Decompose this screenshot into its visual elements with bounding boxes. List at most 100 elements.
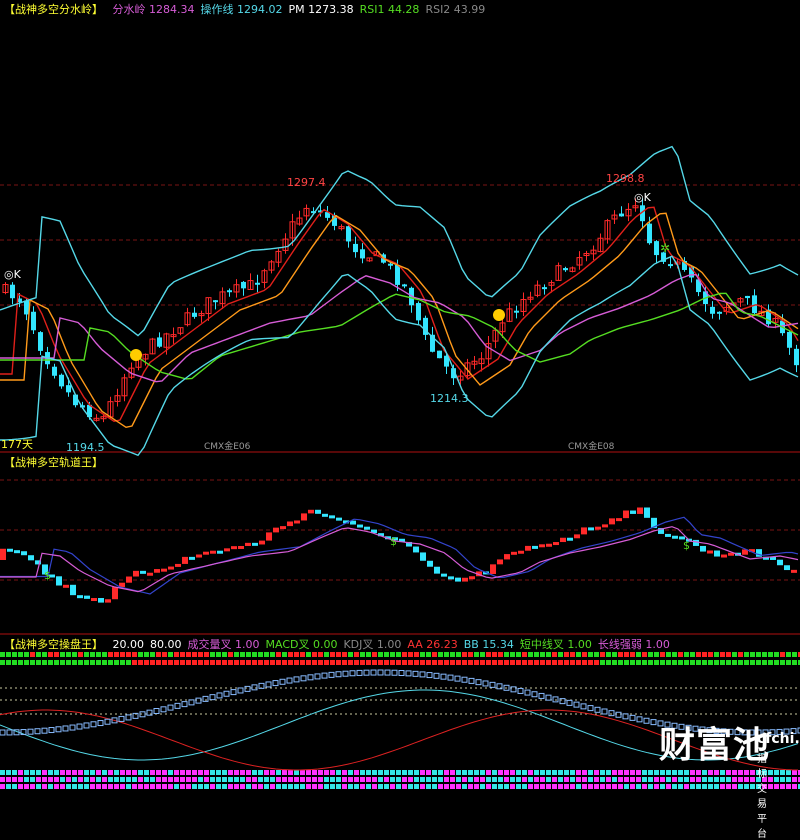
signal-bar bbox=[654, 660, 659, 665]
signal-bar bbox=[90, 652, 95, 657]
signal-bar bbox=[252, 652, 257, 657]
signal-bar bbox=[426, 652, 431, 657]
panel3-indicator-7: 短中线叉 1.00 bbox=[519, 638, 592, 651]
signal-bar bbox=[126, 660, 131, 665]
strength-block bbox=[732, 777, 737, 782]
orbit-candle bbox=[196, 554, 202, 558]
strength-block bbox=[126, 784, 131, 789]
signal-bar bbox=[522, 652, 527, 657]
osc-square-blue bbox=[104, 718, 111, 725]
signal-bar bbox=[252, 660, 257, 665]
strength-block bbox=[414, 770, 419, 775]
signal-bar bbox=[96, 652, 101, 657]
orbit-candle bbox=[413, 546, 419, 553]
signal-bar bbox=[72, 652, 77, 657]
orbit-candle bbox=[273, 527, 279, 533]
strength-block bbox=[468, 777, 473, 782]
osc-square-blue bbox=[489, 681, 496, 688]
strength-block bbox=[84, 784, 89, 789]
orbit-candle bbox=[259, 540, 265, 545]
signal-bar bbox=[690, 652, 695, 657]
strength-block bbox=[84, 770, 89, 775]
osc-square-blue bbox=[398, 670, 405, 677]
orbit-candle bbox=[721, 554, 727, 558]
strength-block bbox=[540, 770, 545, 775]
strength-block bbox=[630, 770, 635, 775]
orbit-candle bbox=[63, 584, 69, 588]
osc-square-blue bbox=[342, 670, 349, 677]
strength-block bbox=[594, 770, 599, 775]
osc-square-blue bbox=[83, 722, 90, 729]
strength-block bbox=[252, 777, 257, 782]
signal-bar bbox=[138, 660, 143, 665]
strength-block bbox=[612, 777, 617, 782]
osc-square-blue bbox=[608, 710, 615, 717]
signal-bar bbox=[336, 652, 341, 657]
signal-bar bbox=[666, 652, 671, 657]
strength-block bbox=[486, 770, 491, 775]
strength-block bbox=[726, 770, 731, 775]
signal-bar bbox=[660, 660, 665, 665]
panel1-indicator-values: 分水岭 1284.34 操作线 1294.02 PM 1273.38 RSI1 44.… bbox=[113, 3, 492, 16]
chart-canvas[interactable]: ✲ bbox=[0, 0, 800, 794]
orbit-candle bbox=[224, 548, 230, 552]
orbit-candle bbox=[602, 524, 608, 528]
strength-block bbox=[336, 770, 341, 775]
strength-block bbox=[492, 784, 497, 789]
orbit-candle bbox=[427, 560, 433, 567]
signal-bar bbox=[606, 660, 611, 665]
strength-block bbox=[558, 784, 563, 789]
orbit-candle bbox=[595, 526, 601, 530]
strength-block bbox=[144, 777, 149, 782]
strength-block bbox=[402, 770, 407, 775]
strength-block bbox=[348, 777, 353, 782]
strength-block bbox=[54, 777, 59, 782]
strength-block bbox=[726, 784, 731, 789]
strength-block bbox=[552, 777, 557, 782]
k-marker-right: ◎K bbox=[634, 191, 651, 204]
signal-bar bbox=[414, 660, 419, 665]
orbit-candle bbox=[707, 550, 713, 554]
strength-block bbox=[198, 777, 203, 782]
strength-block bbox=[342, 770, 347, 775]
strength-block bbox=[354, 784, 359, 789]
strength-block bbox=[420, 784, 425, 789]
strength-block bbox=[420, 770, 425, 775]
strength-block bbox=[606, 777, 611, 782]
osc-square-blue bbox=[328, 671, 335, 678]
ma-line-green bbox=[0, 292, 799, 380]
orbit-candle bbox=[511, 551, 517, 555]
strength-block bbox=[738, 777, 743, 782]
strength-block bbox=[306, 777, 311, 782]
signal-bar bbox=[306, 652, 311, 657]
strength-block bbox=[750, 777, 755, 782]
strength-block bbox=[342, 777, 347, 782]
strength-block bbox=[426, 770, 431, 775]
strength-block bbox=[72, 784, 77, 789]
signal-bar bbox=[324, 660, 329, 665]
strength-block bbox=[366, 770, 371, 775]
strength-block bbox=[708, 777, 713, 782]
signal-bar bbox=[786, 652, 791, 657]
strength-block bbox=[558, 777, 563, 782]
signal-bar bbox=[168, 660, 173, 665]
orbit-candle bbox=[574, 534, 580, 539]
osc-square-blue bbox=[524, 689, 531, 696]
orbit-candle bbox=[77, 595, 83, 599]
osc-square-blue bbox=[314, 673, 321, 680]
orbit-candle bbox=[623, 510, 629, 519]
signal-bar bbox=[240, 660, 245, 665]
price-candle bbox=[31, 311, 36, 331]
signal-bar bbox=[468, 660, 473, 665]
signal-bar bbox=[6, 652, 11, 657]
strength-block bbox=[126, 777, 131, 782]
panel3-indicator-1: 80.00 bbox=[150, 638, 182, 651]
signal-bar bbox=[336, 660, 341, 665]
strength-block bbox=[138, 777, 143, 782]
strength-block bbox=[600, 770, 605, 775]
strength-block bbox=[510, 784, 515, 789]
price-candle bbox=[710, 306, 715, 314]
strength-block bbox=[204, 777, 209, 782]
strength-block bbox=[534, 777, 539, 782]
signal-bar bbox=[270, 660, 275, 665]
